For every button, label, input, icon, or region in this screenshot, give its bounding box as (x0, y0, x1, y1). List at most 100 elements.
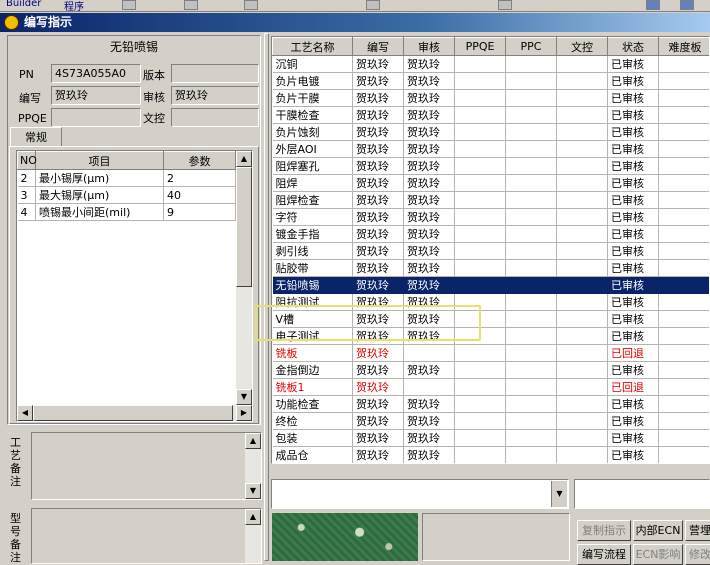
doc-control-cell[interactable] (557, 107, 608, 124)
process-name-cell[interactable]: 干膜检查 (273, 107, 353, 124)
ppc-cell[interactable] (506, 107, 557, 124)
reviewer-cell[interactable]: 贺玖玲 (404, 260, 455, 277)
bottom-input-left[interactable]: ▼ (271, 479, 569, 509)
process-name-cell[interactable]: 铣板1 (273, 379, 353, 396)
status-cell[interactable]: 已审核 (608, 311, 659, 328)
reviewer-cell[interactable]: 贺玖玲 (404, 192, 455, 209)
process-row[interactable]: 金指倒边贺玖玲贺玖玲已审核 (273, 362, 710, 379)
process-row[interactable]: 无铅喷锡贺玖玲贺玖玲已审核 (273, 277, 710, 294)
ppqe-cell[interactable] (455, 379, 506, 396)
ppc-cell[interactable] (506, 345, 557, 362)
author-cell[interactable]: 贺玖玲 (353, 141, 404, 158)
ppc-cell[interactable] (506, 175, 557, 192)
process-name-cell[interactable]: 阻焊检查 (273, 192, 353, 209)
ppc-cell[interactable] (506, 430, 557, 447)
difficulty-cell[interactable] (659, 56, 710, 73)
reviewer-cell[interactable]: 贺玖玲 (404, 90, 455, 107)
ppc-cell[interactable] (506, 141, 557, 158)
doc-control-cell[interactable] (557, 277, 608, 294)
status-cell[interactable]: 已审核 (608, 226, 659, 243)
doc-control-cell[interactable] (557, 396, 608, 413)
process-name-cell[interactable]: 负片蚀刻 (273, 124, 353, 141)
author-cell[interactable]: 贺玖玲 (353, 175, 404, 192)
toolbar-icon[interactable] (366, 0, 380, 10)
grid-header-reviewer[interactable]: 审核 (404, 38, 455, 56)
process-row[interactable]: 干膜检查贺玖玲贺玖玲已审核 (273, 107, 710, 124)
scroll-up-icon[interactable]: ▲ (236, 151, 252, 167)
scroll-thumb[interactable] (236, 167, 252, 287)
doc-control-cell[interactable] (557, 379, 608, 396)
reviewer-cell[interactable]: 贺玖玲 (404, 141, 455, 158)
ppc-cell[interactable] (506, 447, 557, 464)
ppc-cell[interactable] (506, 379, 557, 396)
process-row[interactable]: 剥引线贺玖玲贺玖玲已审核 (273, 243, 710, 260)
difficulty-cell[interactable] (659, 430, 710, 447)
doc-control-cell[interactable] (557, 311, 608, 328)
process-name-cell[interactable]: 贴胶带 (273, 260, 353, 277)
status-cell[interactable]: 已审核 (608, 294, 659, 311)
grid-header-process-name[interactable]: 工艺名称 (273, 38, 353, 56)
status-cell[interactable]: 已审核 (608, 90, 659, 107)
status-cell[interactable]: 已审核 (608, 107, 659, 124)
doc-control-cell[interactable] (557, 158, 608, 175)
doc-control-cell[interactable] (557, 430, 608, 447)
ppqe-cell[interactable] (455, 90, 506, 107)
process-row[interactable]: 镀金手指贺玖玲贺玖玲已审核 (273, 226, 710, 243)
grid-header-doc-control[interactable]: 文控 (557, 38, 608, 56)
reviewer-cell[interactable]: 贺玖玲 (404, 209, 455, 226)
difficulty-cell[interactable] (659, 90, 710, 107)
status-cell[interactable]: 已审核 (608, 260, 659, 277)
author-cell[interactable]: 贺玖玲 (353, 413, 404, 430)
status-cell[interactable]: 已回退 (608, 345, 659, 362)
difficulty-cell[interactable] (659, 124, 710, 141)
param-row[interactable]: 3 最大锡厚(μm) 40 (18, 187, 236, 204)
grid-header-status[interactable]: 状态 (608, 38, 659, 56)
grid-header-ppqe[interactable]: PPQE (455, 38, 506, 56)
reviewer-cell[interactable]: 贺玖玲 (404, 107, 455, 124)
status-cell[interactable]: 已审核 (608, 243, 659, 260)
reviewer-cell[interactable] (404, 345, 455, 362)
doc-control-cell[interactable] (557, 328, 608, 345)
ppqe-cell[interactable] (455, 124, 506, 141)
ppc-cell[interactable] (506, 226, 557, 243)
author-cell[interactable]: 贺玖玲 (353, 107, 404, 124)
process-name-cell[interactable]: 终检 (273, 413, 353, 430)
doc-control-cell[interactable] (557, 447, 608, 464)
scroll-left-icon[interactable]: ◀ (17, 405, 33, 421)
author-cell[interactable]: 贺玖玲 (353, 158, 404, 175)
scroll-up-icon[interactable]: ▲ (245, 509, 261, 525)
process-row[interactable]: 成品仓贺玖玲贺玖玲已审核 (273, 447, 710, 464)
panel-splitter[interactable] (264, 33, 269, 561)
doc-control-cell[interactable] (557, 209, 608, 226)
param-header-no[interactable]: NO (18, 152, 36, 170)
ppqe-cell[interactable] (455, 447, 506, 464)
process-row[interactable]: 功能检查贺玖玲贺玖玲已审核 (273, 396, 710, 413)
ppqe-cell[interactable] (455, 260, 506, 277)
difficulty-cell[interactable] (659, 379, 710, 396)
ppc-cell[interactable] (506, 311, 557, 328)
ppc-cell[interactable] (506, 56, 557, 73)
ppc-cell[interactable] (506, 243, 557, 260)
toolbar-icon[interactable] (680, 0, 694, 10)
param-value[interactable]: 2 (164, 170, 236, 187)
difficulty-cell[interactable] (659, 345, 710, 362)
param-header-value[interactable]: 参数 (164, 152, 236, 170)
reviewer-cell[interactable]: 贺玖玲 (404, 175, 455, 192)
author-cell[interactable]: 贺玖玲 (353, 277, 404, 294)
status-cell[interactable]: 已审核 (608, 430, 659, 447)
process-note-textarea[interactable]: ▲ ▼ (31, 432, 262, 500)
reviewer-cell[interactable]: 贺玖玲 (404, 396, 455, 413)
doc-control-cell[interactable] (557, 141, 608, 158)
author-cell[interactable]: 贺玖玲 (353, 209, 404, 226)
ppc-cell[interactable] (506, 396, 557, 413)
difficulty-cell[interactable] (659, 226, 710, 243)
ppc-cell[interactable] (506, 294, 557, 311)
note-scrollbar[interactable]: ▲ (245, 509, 261, 563)
process-name-cell[interactable]: 成品仓 (273, 447, 353, 464)
ppqe-cell[interactable] (455, 141, 506, 158)
author-cell[interactable]: 贺玖玲 (353, 362, 404, 379)
process-row[interactable]: 负片干膜贺玖玲贺玖玲已审核 (273, 90, 710, 107)
difficulty-cell[interactable] (659, 260, 710, 277)
scroll-down-icon[interactable]: ▼ (245, 483, 261, 499)
process-row[interactable]: 负片电镀贺玖玲贺玖玲已审核 (273, 73, 710, 90)
